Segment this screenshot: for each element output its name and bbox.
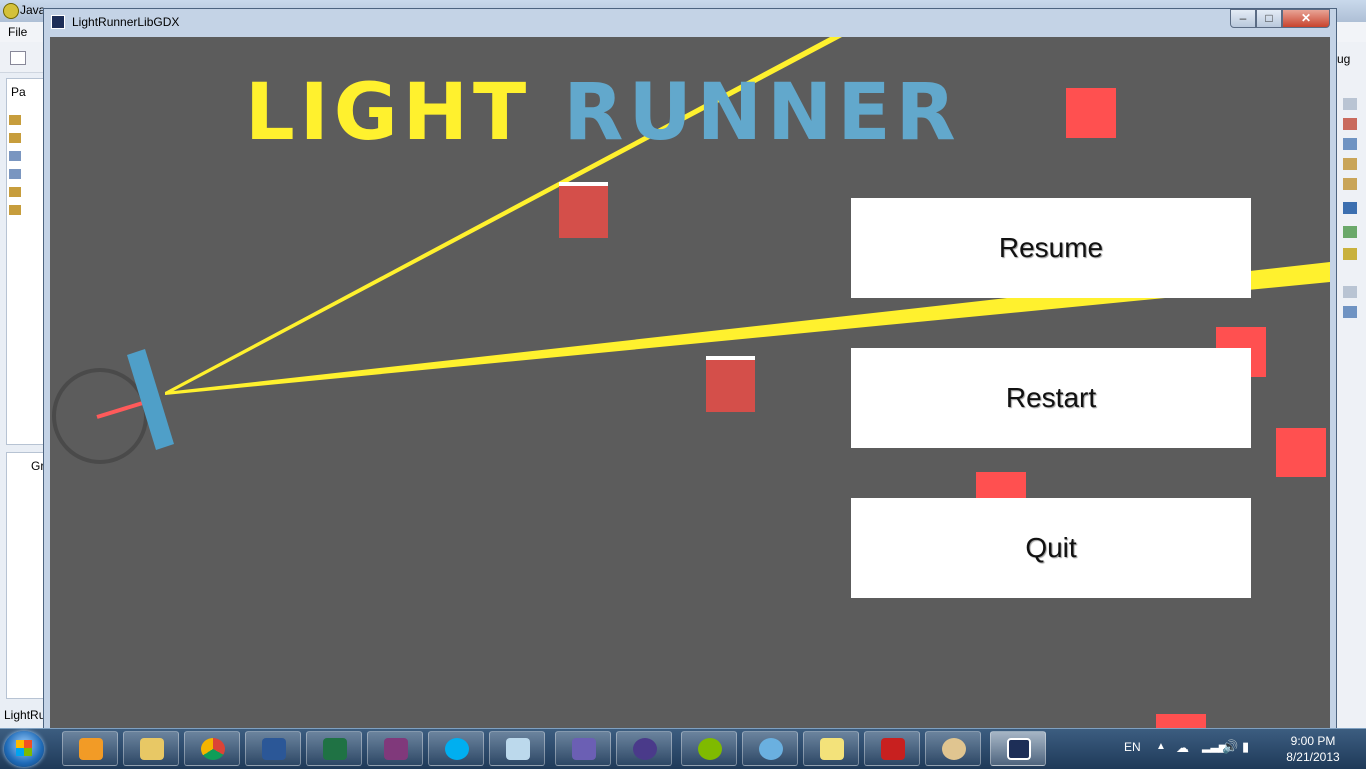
android-icon[interactable] — [1343, 248, 1357, 260]
taskbar-acrobat[interactable] — [864, 731, 920, 766]
quit-button[interactable]: Quit — [851, 498, 1251, 598]
project-icon — [9, 169, 21, 179]
folder-icon — [140, 738, 164, 760]
restore-icon[interactable] — [1343, 286, 1357, 298]
resume-button[interactable]: Resume — [851, 198, 1251, 298]
pdf-icon — [881, 738, 905, 760]
search-icon[interactable] — [1343, 158, 1357, 170]
minimize-button[interactable]: – — [1230, 9, 1256, 28]
taskbar-excel[interactable] — [306, 731, 362, 766]
block-highlight — [559, 182, 608, 186]
cloud-icon[interactable]: ☁ — [1176, 740, 1189, 756]
taskbar-chrome[interactable] — [184, 731, 240, 766]
taskbar-gdx-app[interactable] — [990, 731, 1046, 766]
logo-light: LIGHT — [245, 68, 532, 158]
taskbar-word[interactable] — [245, 731, 301, 766]
player-mirror — [127, 349, 174, 450]
window-title-bar[interactable]: LightRunnerLibGDX – □ ✕ — [44, 9, 1336, 36]
eclipse-icon — [3, 3, 19, 19]
pencil-icon[interactable] — [1343, 178, 1357, 190]
window-title: LightRunnerLibGDX — [72, 15, 180, 29]
obstacle-block — [1156, 714, 1206, 729]
debug-perspective-label[interactable]: ug — [1337, 52, 1350, 66]
windows-logo-icon — [16, 740, 32, 756]
game-logo: LIGHT RUNNER — [245, 68, 1165, 158]
package-explorer-tab[interactable]: Pa — [11, 85, 26, 99]
eclipse-icon — [633, 738, 657, 760]
excel-icon — [323, 738, 347, 760]
taskbar-visual-studio[interactable] — [555, 731, 611, 766]
plugin-icon[interactable] — [1343, 226, 1357, 238]
game-canvas[interactable]: LIGHT RUNNER Resume Restart Quit — [50, 37, 1330, 729]
maximize-button[interactable]: □ — [1256, 9, 1282, 28]
restart-button[interactable]: Restart — [851, 348, 1251, 448]
task-icon[interactable] — [1343, 118, 1357, 130]
ide-right-toolbar: ug — [1337, 42, 1366, 728]
brackets-icon — [698, 738, 722, 760]
word-icon — [262, 738, 286, 760]
infinity-icon — [572, 738, 596, 760]
gdx-app-icon — [1007, 738, 1031, 760]
project-icon — [9, 151, 21, 161]
restore-icon[interactable] — [1343, 98, 1357, 110]
show-hidden-icons-icon[interactable]: ▲ — [1156, 741, 1166, 752]
clock-time[interactable]: 9:00 PM — [1268, 734, 1358, 748]
sticky-notes-icon — [820, 738, 844, 760]
notepad-icon — [506, 738, 530, 760]
game-window: LightRunnerLibGDX – □ ✕ LIGHT RUNNER Res… — [43, 8, 1337, 730]
project-icon — [9, 133, 21, 143]
taskbar-notepad[interactable] — [489, 731, 545, 766]
block-highlight — [706, 356, 755, 360]
project-icon — [9, 205, 21, 215]
taskbar-brackets[interactable] — [681, 731, 737, 766]
skype-icon — [445, 738, 469, 760]
media-player-icon — [79, 738, 103, 760]
package-explorer-panel: Pa — [6, 78, 46, 445]
monitor-icon[interactable] — [1343, 202, 1357, 214]
volume-icon[interactable]: 🔊 — [1222, 739, 1238, 755]
taskbar-onenote[interactable] — [367, 731, 423, 766]
ide-menu-file[interactable]: File — [8, 25, 27, 39]
app-icon — [51, 15, 65, 29]
cat-icon — [759, 738, 783, 760]
paint-palette-icon — [942, 738, 966, 760]
start-button[interactable] — [4, 731, 44, 767]
taskbar-notes[interactable] — [803, 731, 859, 766]
close-button[interactable]: ✕ — [1282, 9, 1330, 28]
power-icon[interactable]: ▮ — [1242, 739, 1249, 755]
onenote-icon — [384, 738, 408, 760]
project-icon — [9, 115, 21, 125]
logo-runner: RUNNER — [563, 68, 961, 158]
project-icon — [9, 187, 21, 197]
taskbar-explorer[interactable] — [123, 731, 179, 766]
chrome-icon — [201, 738, 225, 760]
gradle-panel: Gr — [6, 452, 46, 699]
obstacle-block — [706, 360, 755, 412]
outline-icon[interactable] — [1343, 306, 1357, 318]
obstacle-block — [559, 185, 608, 238]
system-tray: EN ▲ ☁ ▂▃▅ 🔊 ▮ 9:00 PM 8/21/2013 — [1118, 729, 1366, 769]
clock-date[interactable]: 8/21/2013 — [1268, 750, 1358, 764]
language-indicator[interactable]: EN — [1124, 740, 1141, 754]
player-pointer — [96, 400, 147, 419]
ide-status-text: LightRu — [4, 708, 46, 722]
obstacle-block — [1276, 428, 1326, 477]
taskbar-skype[interactable] — [428, 731, 484, 766]
new-file-icon[interactable] — [10, 51, 26, 65]
taskbar-paint[interactable] — [925, 731, 981, 766]
taskbar-cat-app[interactable] — [742, 731, 798, 766]
taskbar-eclipse[interactable] — [616, 731, 672, 766]
at-icon[interactable] — [1343, 138, 1357, 150]
ide-title: Java — [20, 3, 46, 17]
taskbar-media-player[interactable] — [62, 731, 118, 766]
taskbar: EN ▲ ☁ ▂▃▅ 🔊 ▮ 9:00 PM 8/21/2013 — [0, 728, 1366, 769]
